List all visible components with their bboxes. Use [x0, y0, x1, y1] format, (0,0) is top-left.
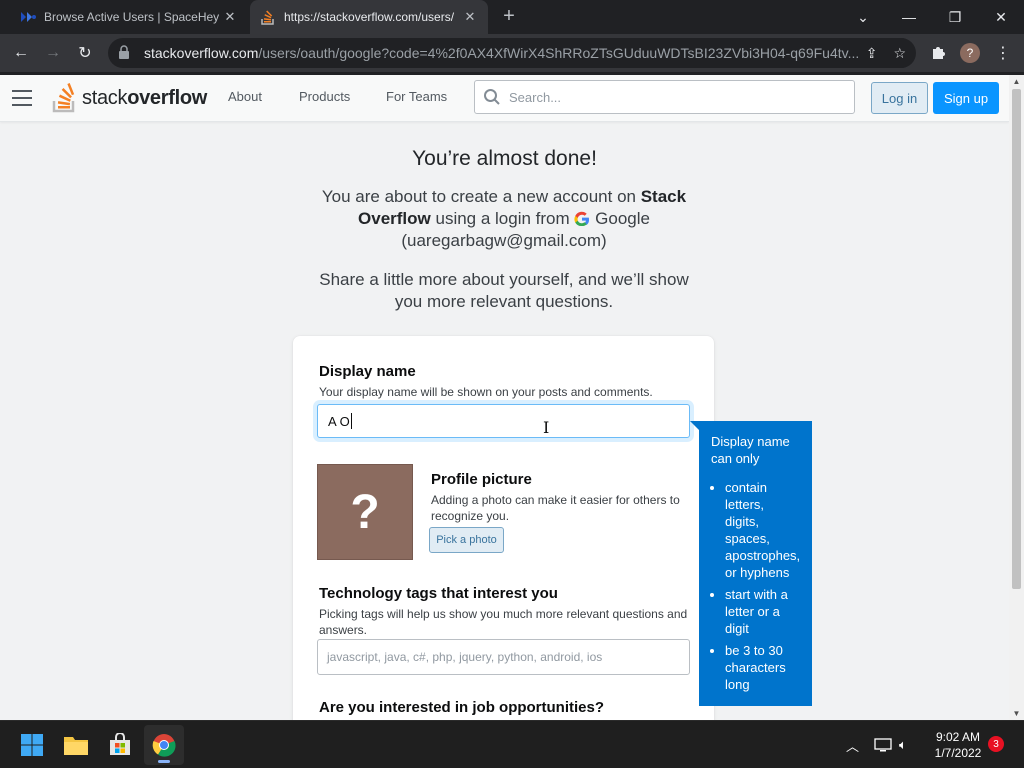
- display-name-rules-tooltip: Display name can only contain letters, d…: [690, 421, 812, 706]
- so-wordmark: stackoverflow: [82, 86, 208, 109]
- tab-spacehey[interactable]: Browse Active Users | SpaceHey ✕: [8, 0, 248, 34]
- new-tab-icon[interactable]: +: [498, 6, 520, 28]
- tab-title: https://stackoverflow.com/users/: [284, 10, 455, 24]
- clock-date: 1/7/2022: [934, 746, 982, 760]
- so-header: stackoverflow About Products For Teams S…: [0, 75, 1009, 122]
- file-explorer-icon[interactable]: [56, 725, 96, 765]
- tooltip-rule: start with a letter or a digit: [725, 586, 800, 637]
- intro-text: You are about to create a new account on…: [321, 187, 687, 250]
- signup-button[interactable]: Sign up: [933, 82, 999, 114]
- nav-products[interactable]: Products: [299, 89, 350, 104]
- scroll-up-icon[interactable]: ▲: [1012, 77, 1021, 86]
- so-logo-icon: [52, 83, 75, 113]
- spacehey-favicon-icon: [20, 9, 36, 25]
- tab-close-icon[interactable]: ✕: [460, 7, 480, 27]
- close-window-icon[interactable]: ✕: [978, 0, 1024, 34]
- page-scrollbar[interactable]: ▲ ▼: [1009, 75, 1024, 720]
- so-logo[interactable]: stackoverflow: [52, 81, 207, 115]
- signup-form-card: Display name Your display name will be s…: [293, 336, 714, 720]
- clock-time: 9:02 AM: [935, 730, 981, 744]
- browser-tabstrip: Browse Active Users | SpaceHey ✕ https:/…: [0, 0, 1024, 34]
- tags-placeholder: javascript, java, c#, php, jquery, pytho…: [327, 650, 603, 664]
- forward-icon[interactable]: →: [40, 40, 66, 66]
- text-caret: [350, 413, 352, 429]
- page-title: You’re almost done!: [412, 147, 597, 170]
- hamburger-menu-icon[interactable]: [12, 90, 32, 106]
- provider-name: Google: [595, 209, 650, 228]
- tab-title: Browse Active Users | SpaceHey: [44, 10, 220, 24]
- nav-for-teams[interactable]: For Teams: [386, 89, 447, 104]
- scroll-down-icon[interactable]: ▼: [1012, 709, 1021, 718]
- page-viewport: stackoverflow About Products For Teams S…: [0, 75, 1009, 720]
- extensions-puzzle-icon[interactable]: [925, 40, 951, 66]
- microsoft-store-icon[interactable]: [100, 725, 140, 765]
- display-name-value: A O: [328, 413, 350, 429]
- login-button[interactable]: Log in: [871, 82, 928, 114]
- chrome-taskbar-icon[interactable]: [144, 725, 184, 765]
- user-email: (uaregarbagw@gmail.com): [401, 231, 607, 250]
- windows-taskbar: ︿ 🔈︎ 9:02 AM 1/7/2022: [0, 720, 1024, 768]
- text-cursor-ibeam-icon: I: [543, 418, 550, 437]
- tooltip-rule-list: contain letters, digits, spaces, apostro…: [711, 479, 800, 693]
- profile-picture-desc: Adding a photo can make it easier for ot…: [431, 493, 680, 523]
- stackoverflow-favicon-icon: [260, 9, 276, 25]
- show-hidden-icons-chevron-icon[interactable]: ︿: [846, 721, 859, 768]
- intro-share-text: Share a little more about yourself, and …: [319, 270, 689, 311]
- scrollbar-thumb[interactable]: [1012, 89, 1021, 589]
- tab-close-icon[interactable]: ✕: [220, 7, 240, 27]
- job-opportunities-label: Are you interested in job opportunities?: [319, 699, 605, 716]
- tags-label: Technology tags that interest you: [319, 585, 558, 602]
- search-placeholder: Search...: [509, 89, 562, 105]
- system-clock[interactable]: 9:02 AM 1/7/2022: [928, 729, 988, 761]
- bookmark-star-icon[interactable]: ☆: [893, 45, 906, 62]
- url-host: stackoverflow.com: [144, 45, 259, 61]
- restore-icon[interactable]: ❐: [932, 0, 978, 34]
- tooltip-heading: Display name can only: [711, 434, 790, 466]
- profile-avatar-icon[interactable]: ?: [957, 40, 983, 66]
- reload-icon[interactable]: ↻: [72, 40, 98, 66]
- pick-photo-button[interactable]: Pick a photo: [429, 527, 504, 553]
- tooltip-rule: be 3 to 30 characters long: [725, 642, 800, 693]
- chrome-menu-icon[interactable]: ⋮: [990, 40, 1016, 66]
- google-logo-icon: [574, 211, 590, 227]
- address-bar[interactable]: stackoverflow.com/users/oauth/google?cod…: [108, 38, 916, 68]
- notification-badge[interactable]: 3: [988, 736, 1004, 752]
- tags-input[interactable]: javascript, java, c#, php, jquery, pytho…: [317, 639, 690, 675]
- nav-about[interactable]: About: [228, 89, 262, 104]
- url-path: /users/oauth/google?code=4%2f0AX4XfWirX4…: [258, 45, 860, 61]
- network-icon[interactable]: [874, 721, 892, 768]
- minimize-icon[interactable]: —: [886, 0, 932, 34]
- profile-picture-label: Profile picture: [431, 471, 532, 488]
- display-name-label: Display name: [319, 363, 416, 380]
- back-icon[interactable]: ←: [8, 40, 34, 66]
- browser-toolbar: ← → ↻ stackoverflow.com/users/oauth/goog…: [0, 34, 1024, 72]
- display-name-input[interactable]: A O: [317, 404, 690, 438]
- lock-icon: [118, 44, 134, 62]
- share-icon[interactable]: ⇪: [866, 45, 878, 62]
- volume-icon[interactable]: 🔈︎: [899, 721, 907, 768]
- tab-stackoverflow[interactable]: https://stackoverflow.com/users/ ✕: [250, 0, 488, 34]
- windows-start-icon[interactable]: [12, 725, 52, 765]
- tab-search-chevron-icon[interactable]: ⌄: [840, 0, 886, 34]
- avatar-placeholder[interactable]: ?: [317, 464, 413, 560]
- tooltip-rule: contain letters, digits, spaces, apostro…: [725, 479, 800, 581]
- tags-desc: Picking tags will help us show you much …: [319, 607, 688, 637]
- search-input[interactable]: Search...: [474, 80, 855, 114]
- search-icon: [484, 89, 500, 105]
- display-name-desc: Your display name will be shown on your …: [319, 385, 653, 399]
